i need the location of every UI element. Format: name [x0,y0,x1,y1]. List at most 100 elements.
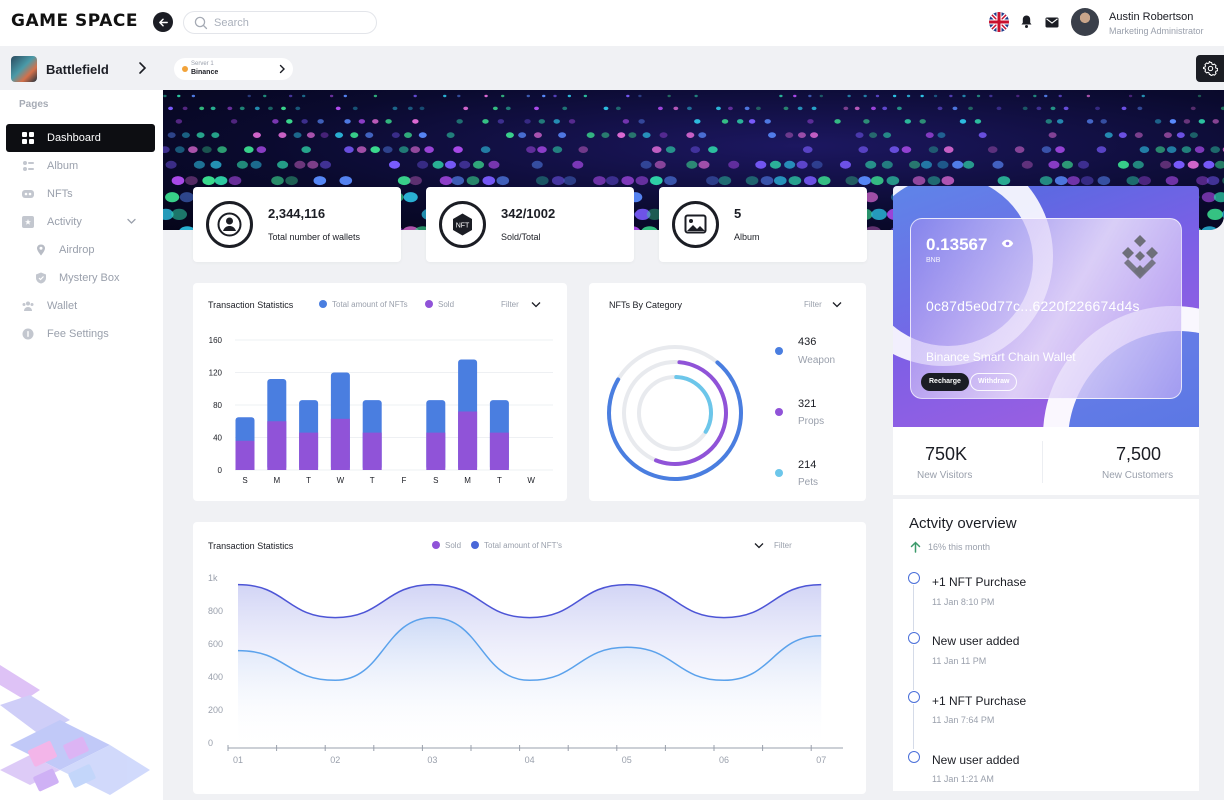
banner-dot [920,94,924,98]
banner-dot [784,160,796,169]
recharge-button[interactable]: Recharge [921,373,969,391]
settings-button[interactable] [1196,55,1224,82]
sidebar-item-activity[interactable]: Activity [6,208,155,236]
banner-dot [797,132,806,138]
stat-value: 2,344,116 [268,206,326,221]
activity-title: Actvity overview [909,515,1017,532]
notifications-button[interactable] [1020,14,1033,34]
banner-dot [350,132,359,138]
sidebar-item-mystery-box[interactable]: Mystery Box [6,264,155,292]
legend-dot [775,347,783,355]
banner-dot [708,146,718,153]
banner-dot [446,132,455,138]
banner-dot [1176,132,1185,138]
sidebar-item-dashboard[interactable]: Dashboard [6,124,155,152]
banner-dot [524,119,531,124]
search-input[interactable] [214,15,364,31]
stat-icon-ring [206,201,253,248]
line-total [237,583,822,619]
chart-title: NFTs By Category [609,300,683,310]
x-tick-label: S [433,476,438,485]
banner-dot [1045,119,1053,124]
banner-dot [651,146,662,153]
user-avatar[interactable] [1071,8,1099,36]
sidebar-item-label: Dashboard [47,132,101,144]
banner-dot [896,106,902,111]
user-name[interactable]: Austin Robertson [1109,11,1193,23]
language-flag[interactable] [989,12,1009,37]
banner-dot [869,132,878,138]
banner-dot [1048,132,1057,138]
back-button[interactable] [153,12,173,32]
wallet-name: Binance Smart Chain Wallet [926,350,1076,364]
banner-dot [909,160,921,169]
banner-dot [531,160,543,169]
album-icon [23,161,34,171]
banner-dot [755,106,761,111]
filter-dropdown[interactable]: Filter [804,300,842,309]
banner-dot [927,176,941,186]
banner-dot [286,119,293,124]
bar-chart: 160 120 80 40 0 S M T W T F S M T W [209,336,553,485]
wallet-address[interactable]: 0c87d5e0d77c...6220f226674d4s [926,298,1140,314]
banner-dot [871,208,887,220]
banner-dot [210,106,216,111]
banner-dot [526,94,530,98]
activity-item-title: New user added [932,753,1020,767]
bar-chart-card: Transaction Statistics Total amount of N… [193,283,567,501]
activity-item-title: New user added [932,634,1020,648]
category-label: Weapon [798,355,836,366]
sidebar-item-airdrop[interactable]: Airdrop [6,236,155,264]
server-selector[interactable]: Server 1 Binance [174,58,293,80]
banner-dot [854,106,860,111]
banner-dot [974,119,982,124]
game-switch-button[interactable] [137,61,147,80]
user-icon [217,212,242,237]
banner-dot [1210,146,1220,153]
banner-dot [1061,160,1073,169]
banner-dot [1055,146,1065,153]
uk-flag-icon [989,12,1009,32]
banner-dot [694,94,698,98]
banner-dot [810,132,819,138]
banner-dot [748,119,756,124]
banner-dot [370,146,380,153]
banner-dot [1163,132,1172,138]
sidebar-item-wallet[interactable]: Wallet [6,292,155,320]
banner-dot [202,176,216,186]
banner-dot [622,119,630,124]
bar-sold [489,432,509,470]
banner-dot [1126,176,1140,186]
banner-dot [236,160,248,169]
banner-dot [871,106,876,111]
banner-dot [1128,94,1133,98]
banner-dot [472,160,485,169]
activity-item-time: 11 Jan 8:10 PM [932,597,995,607]
banner-dot [865,160,877,169]
eye-icon[interactable] [1001,239,1014,248]
divider [1042,441,1043,483]
sidebar-item-fee-settings[interactable]: Fee Settings [6,320,155,348]
banner-dot [605,176,619,186]
banner-dot [1197,94,1202,98]
category-value: 436 [798,336,817,348]
app-logo[interactable]: GAME SPACE [11,11,138,31]
banner-dot [1058,94,1062,98]
activity-item-title: +1 NFT Purchase [932,694,1027,708]
banner-dot [925,132,934,138]
banner-dot [444,160,457,169]
banner-dot [1165,176,1179,186]
stat-label: Sold/Total [501,232,541,242]
banner-dot [533,132,542,138]
arrow-up-icon [910,541,921,553]
withdraw-button[interactable]: Withdraw [970,373,1018,391]
sidebar-item-nfts[interactable]: NFTs [6,180,155,208]
sidebar-item-album[interactable]: Album [6,152,155,180]
banner-dot [391,132,400,138]
x-tick-label: M [273,476,280,485]
game-name[interactable]: Battlefield [46,62,109,77]
messages-button[interactable] [1045,15,1059,33]
banner-dot [686,132,695,138]
banner-dot [996,106,1002,111]
banner-dot [1033,94,1037,98]
